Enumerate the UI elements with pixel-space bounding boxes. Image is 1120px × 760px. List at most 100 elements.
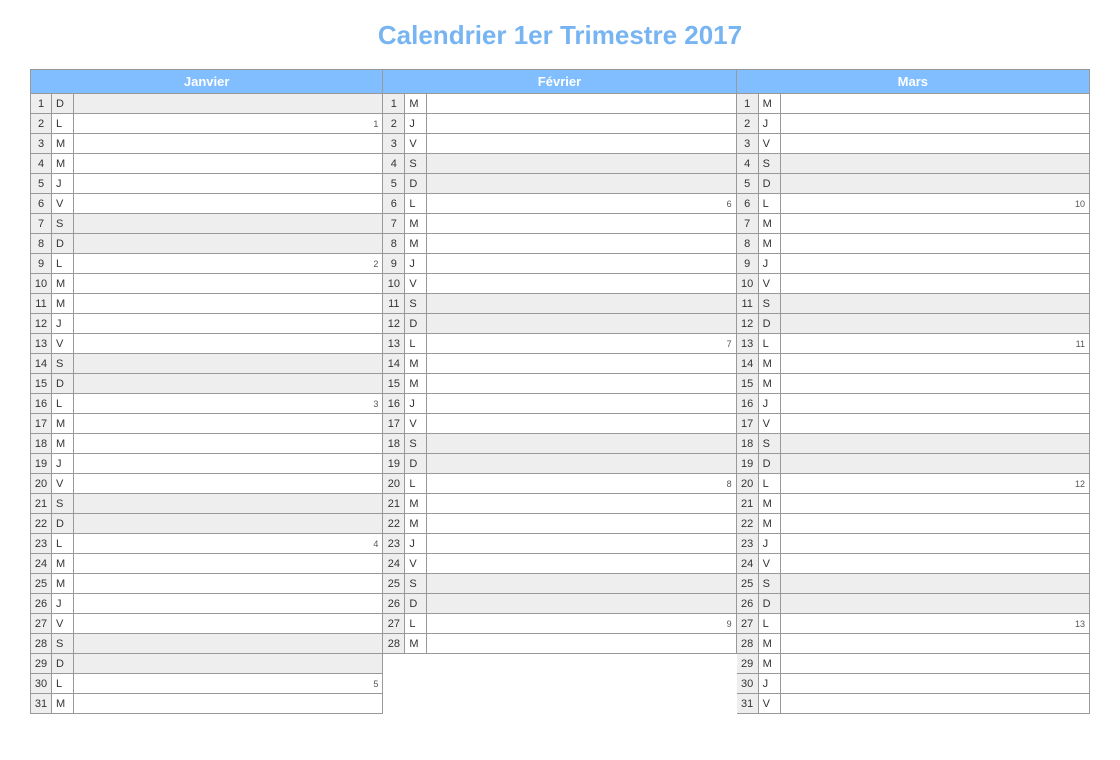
day-row: 25S xyxy=(737,574,1090,594)
day-row: 14S xyxy=(30,354,383,374)
day-of-week: M xyxy=(405,634,427,654)
day-number: 16 xyxy=(383,394,405,414)
month-header: Mars xyxy=(737,70,1090,94)
day-row: 21S xyxy=(30,494,383,514)
day-number: 12 xyxy=(383,314,405,334)
day-row: 7M xyxy=(737,214,1090,234)
day-body xyxy=(74,654,383,674)
day-of-week: S xyxy=(405,434,427,454)
day-body: 5 xyxy=(74,674,383,694)
day-number: 3 xyxy=(737,134,759,154)
day-number: 9 xyxy=(30,254,52,274)
day-row: 15M xyxy=(737,374,1090,394)
day-body xyxy=(427,254,736,274)
day-number: 1 xyxy=(30,94,52,114)
day-row: 20L12 xyxy=(737,474,1090,494)
day-number: 25 xyxy=(30,574,52,594)
day-number: 20 xyxy=(30,474,52,494)
day-row: 25M xyxy=(30,574,383,594)
day-row: 12J xyxy=(30,314,383,334)
day-number: 16 xyxy=(30,394,52,414)
day-row: 3V xyxy=(737,134,1090,154)
day-body xyxy=(427,454,736,474)
day-number: 8 xyxy=(737,234,759,254)
week-number: 1 xyxy=(373,114,378,134)
day-number: 27 xyxy=(737,614,759,634)
day-row: 13V xyxy=(30,334,383,354)
day-of-week: S xyxy=(52,634,74,654)
day-of-week: M xyxy=(405,234,427,254)
day-of-week: J xyxy=(52,174,74,194)
day-row: 11S xyxy=(383,294,736,314)
day-body xyxy=(427,394,736,414)
day-row: 6L10 xyxy=(737,194,1090,214)
day-of-week: M xyxy=(759,214,781,234)
day-number: 3 xyxy=(383,134,405,154)
day-row: 10V xyxy=(383,274,736,294)
day-row: 27L9 xyxy=(383,614,736,634)
day-body xyxy=(74,354,383,374)
day-row: 14M xyxy=(383,354,736,374)
day-number: 27 xyxy=(30,614,52,634)
day-body xyxy=(427,514,736,534)
day-row: 14M xyxy=(737,354,1090,374)
day-of-week: J xyxy=(759,534,781,554)
day-body xyxy=(781,134,1090,154)
day-body xyxy=(427,354,736,374)
day-row: 18S xyxy=(383,434,736,454)
day-row: 9J xyxy=(737,254,1090,274)
day-of-week: S xyxy=(759,434,781,454)
day-row: 16L3 xyxy=(30,394,383,414)
day-number: 20 xyxy=(383,474,405,494)
day-body xyxy=(781,254,1090,274)
day-number: 26 xyxy=(30,594,52,614)
day-of-week: M xyxy=(759,654,781,674)
day-body: 9 xyxy=(427,614,736,634)
day-of-week: V xyxy=(405,274,427,294)
day-row: 30L5 xyxy=(30,674,383,694)
day-number: 24 xyxy=(30,554,52,574)
day-number: 20 xyxy=(737,474,759,494)
day-of-week: M xyxy=(405,214,427,234)
day-number: 17 xyxy=(383,414,405,434)
day-body xyxy=(427,374,736,394)
day-number: 5 xyxy=(30,174,52,194)
day-row: 19J xyxy=(30,454,383,474)
day-body xyxy=(781,94,1090,114)
week-number: 10 xyxy=(1075,194,1085,214)
day-number: 22 xyxy=(30,514,52,534)
day-number: 11 xyxy=(737,294,759,314)
day-row: 22D xyxy=(30,514,383,534)
day-body xyxy=(427,554,736,574)
day-of-week: V xyxy=(759,274,781,294)
day-row: 18M xyxy=(30,434,383,454)
day-number: 30 xyxy=(30,674,52,694)
day-body xyxy=(781,154,1090,174)
day-row: 21M xyxy=(383,494,736,514)
day-number: 31 xyxy=(737,694,759,714)
day-body xyxy=(427,154,736,174)
week-number: 8 xyxy=(727,474,732,494)
day-row: 23J xyxy=(383,534,736,554)
day-number: 2 xyxy=(30,114,52,134)
day-of-week: S xyxy=(52,354,74,374)
day-of-week: D xyxy=(52,374,74,394)
day-row: 16J xyxy=(383,394,736,414)
day-of-week: S xyxy=(759,574,781,594)
day-body: 10 xyxy=(781,194,1090,214)
day-body xyxy=(74,274,383,294)
day-of-week: D xyxy=(759,454,781,474)
month-column: Janvier1D2L13M4M5J6V7S8D9L210M11M12J13V1… xyxy=(30,69,383,714)
day-number: 28 xyxy=(30,634,52,654)
day-row: 17M xyxy=(30,414,383,434)
day-body xyxy=(427,414,736,434)
day-of-week: M xyxy=(52,574,74,594)
months-row: Janvier1D2L13M4M5J6V7S8D9L210M11M12J13V1… xyxy=(30,69,1090,714)
day-number: 2 xyxy=(383,114,405,134)
day-row: 2J xyxy=(737,114,1090,134)
day-of-week: M xyxy=(52,414,74,434)
day-of-week: M xyxy=(759,514,781,534)
day-number: 11 xyxy=(30,294,52,314)
day-body xyxy=(781,694,1090,714)
day-body xyxy=(781,434,1090,454)
